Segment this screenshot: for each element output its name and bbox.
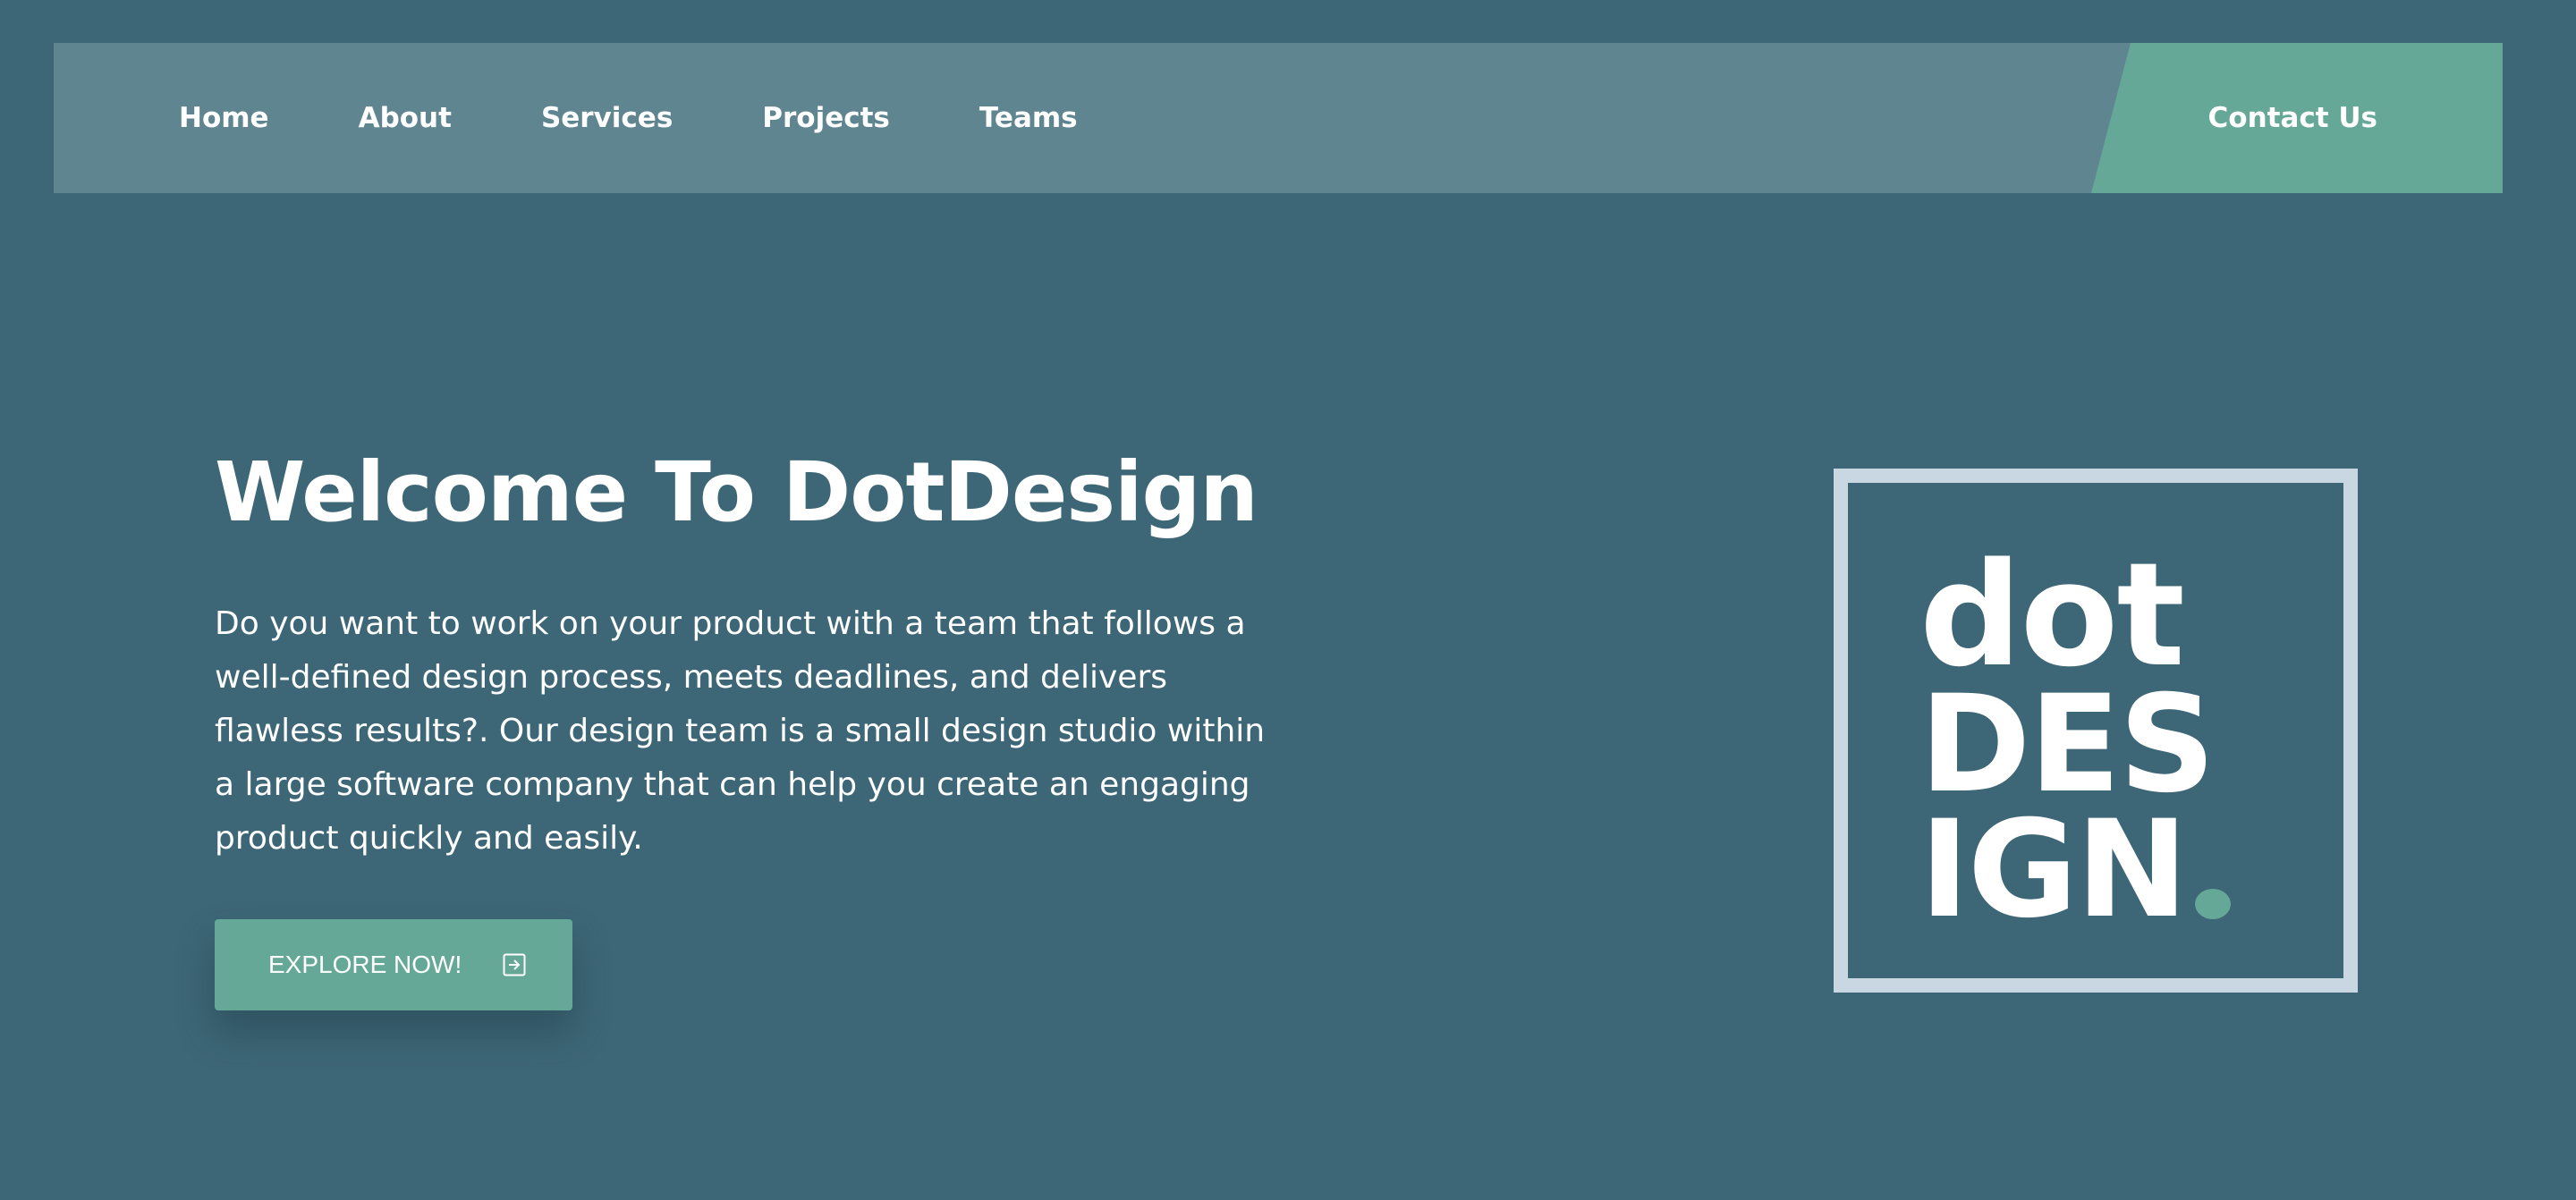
arrow-in-square-icon — [503, 953, 526, 976]
nav-link-home[interactable]: Home — [179, 102, 269, 134]
hero-description: Do you want to work on your product with… — [215, 605, 1266, 857]
logo-text-ign: IGN — [1919, 792, 2188, 948]
logo-dot — [2195, 889, 2231, 919]
nav-links: Home About Services Projects Teams — [179, 43, 1167, 193]
explore-now-button[interactable]: EXPLORE NOW! — [215, 919, 572, 1010]
hero-title: Welcome To DotDesign — [215, 444, 1258, 540]
nav-link-services[interactable]: Services — [541, 102, 673, 134]
contact-us-button[interactable]: Contact Us — [2091, 43, 2503, 193]
nav-link-teams[interactable]: Teams — [979, 102, 1078, 134]
navbar: Home About Services Projects Teams Conta… — [54, 43, 2503, 193]
nav-link-about[interactable]: About — [359, 102, 452, 134]
explore-now-label: EXPLORE NOW! — [268, 951, 462, 978]
nav-link-projects[interactable]: Projects — [762, 102, 890, 134]
logo-text-dot: dot — [1919, 531, 2185, 698]
page: Home About Services Projects Teams Conta… — [0, 0, 2576, 1200]
